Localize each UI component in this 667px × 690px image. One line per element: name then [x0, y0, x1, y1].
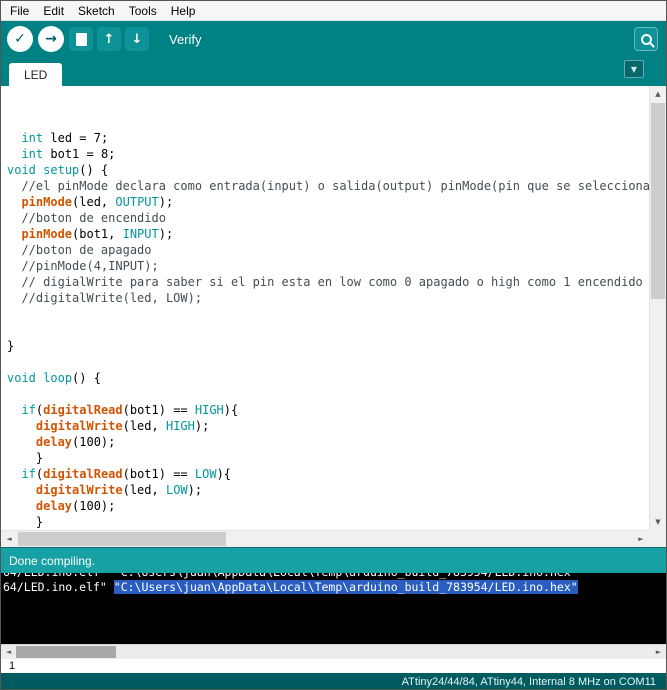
toolbar: ✓ → ↑ ↓ Verify — [1, 21, 666, 57]
line-number: 1 — [9, 660, 16, 672]
editor-horizontal-scrollbar[interactable]: ◄ ► — [1, 530, 649, 547]
scroll-up-button[interactable]: ▲ — [650, 86, 666, 102]
compile-status-bar: Done compiling. — [1, 547, 666, 573]
magnifier-icon — [640, 33, 652, 45]
scroll-left-button[interactable]: ◄ — [1, 531, 17, 547]
check-icon: ✓ — [14, 31, 26, 47]
open-button[interactable]: ↑ — [97, 27, 121, 51]
console-selected-text: "C:\Users\juan\AppData\Local\Temp\arduin… — [113, 580, 578, 594]
menu-edit[interactable]: Edit — [36, 2, 71, 20]
scroll-down-button[interactable]: ▼ — [650, 514, 666, 530]
console-output[interactable]: 64/LED.ino.elf" "C:\Users\juan\AppData\L… — [1, 573, 666, 644]
menu-file[interactable]: File — [3, 2, 36, 20]
status-message: Done compiling. — [9, 553, 96, 568]
verify-button[interactable]: ✓ — [7, 26, 33, 52]
console-scroll-left-button[interactable]: ◄ — [1, 645, 16, 659]
new-sketch-button[interactable] — [69, 27, 93, 51]
editor-zone: int led = 7; int bot1 = 8; void setup() {… — [1, 86, 666, 547]
menubar: File Edit Sketch Tools Help — [1, 1, 666, 21]
line-number-strip: 1 — [1, 659, 666, 673]
editor-vertical-scrollbar[interactable]: ▲ ▼ — [649, 86, 666, 530]
save-button[interactable]: ↓ — [125, 27, 149, 51]
chevron-down-icon: ▼ — [630, 64, 638, 74]
board-info: ATtiny24/44/84, ATtiny44, Internal 8 MHz… — [401, 676, 656, 688]
code-lines: int led = 7; int bot1 = 8; void setup() {… — [7, 131, 649, 529]
console-scroll-right-button[interactable]: ► — [651, 645, 666, 659]
tab-bar: LED ▼ — [1, 57, 666, 86]
serial-monitor-button[interactable] — [634, 27, 658, 51]
tab-led[interactable]: LED — [9, 63, 63, 86]
arduino-ide-window: File Edit Sketch Tools Help ✓ → ↑ ↓ Veri… — [0, 0, 667, 690]
down-arrow-icon: ↓ — [131, 31, 143, 47]
menu-help[interactable]: Help — [164, 2, 203, 20]
console-line: 64/LED.ino.elf" "C:\Users\juan\AppData\L… — [3, 580, 666, 595]
menu-tools[interactable]: Tools — [122, 2, 164, 20]
up-arrow-icon: ↑ — [103, 31, 115, 47]
upload-button[interactable]: → — [38, 26, 64, 52]
console-scroll-thumb[interactable] — [16, 646, 116, 658]
scrollbar-corner — [649, 530, 666, 547]
console-text: 64/LED.ino.elf" — [3, 580, 114, 594]
code-editor[interactable]: int led = 7; int bot1 = 8; void setup() {… — [1, 86, 649, 530]
tab-list-button[interactable]: ▼ — [624, 60, 644, 78]
horizontal-scroll-thumb[interactable] — [18, 532, 226, 546]
scroll-right-button[interactable]: ► — [633, 531, 649, 547]
toolbar-hover-label: Verify — [169, 31, 202, 47]
new-document-icon — [75, 32, 87, 46]
right-arrow-icon: → — [45, 31, 57, 47]
console-horizontal-scrollbar[interactable]: ◄ ► — [1, 644, 666, 659]
board-status-bar: ATtiny24/44/84, ATtiny44, Internal 8 MHz… — [1, 673, 666, 689]
console-clipped-line: 64/LED.ino.elf" "C:\Users\juan\AppData\L… — [3, 573, 666, 580]
vertical-scroll-thumb[interactable] — [651, 103, 665, 299]
menu-sketch[interactable]: Sketch — [71, 2, 122, 20]
